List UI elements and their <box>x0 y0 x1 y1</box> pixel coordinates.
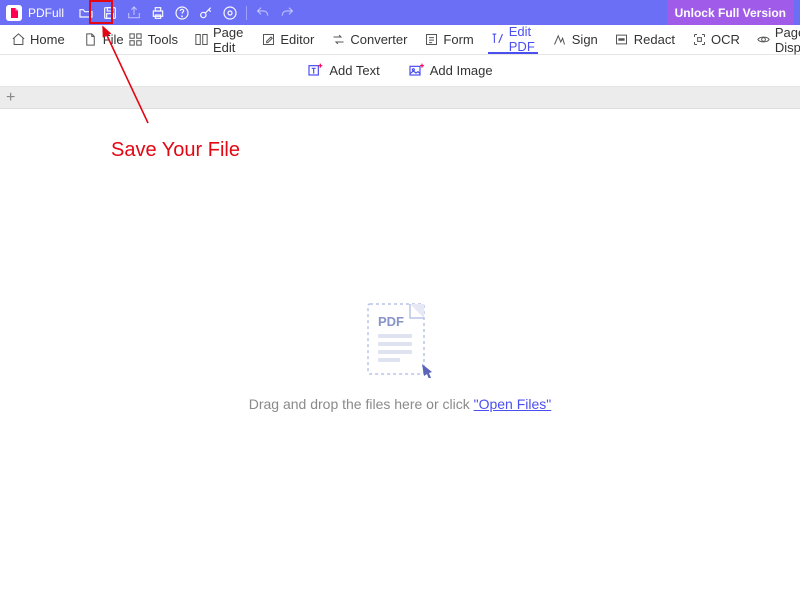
menu-tools[interactable]: Tools <box>126 25 180 54</box>
drop-area[interactable]: PDF Drag and drop the files here or clic… <box>0 109 800 600</box>
menu-label: Editor <box>280 32 314 47</box>
menu-form[interactable]: Form <box>421 25 475 54</box>
undo-icon[interactable] <box>251 2 275 24</box>
menu-editor[interactable]: Editor <box>258 25 316 54</box>
menu-label: Edit PDF <box>509 24 536 54</box>
ocr-icon <box>691 32 707 48</box>
tools-icon <box>128 32 144 48</box>
help-icon[interactable] <box>170 2 194 24</box>
add-text-button[interactable]: Add Text <box>307 63 379 79</box>
sub-toolbar: Add Text Add Image <box>0 55 800 87</box>
new-tab-button[interactable]: + <box>6 90 15 106</box>
menu-label: OCR <box>711 32 740 47</box>
unlock-button[interactable]: Unlock Full Version <box>667 0 794 25</box>
converter-icon <box>330 32 346 48</box>
menu-converter[interactable]: Converter <box>328 25 409 54</box>
pdf-file-icon: PDF <box>360 298 440 378</box>
menu-right: Tools Page Edit Editor Converter Form Ed… <box>126 25 800 54</box>
menu-edit-pdf[interactable]: Edit PDF <box>488 25 538 54</box>
home-icon <box>10 32 26 48</box>
add-text-icon <box>307 63 323 79</box>
drop-prompt: Drag and drop the files here or click "O… <box>249 396 552 412</box>
print-icon[interactable] <box>146 2 170 24</box>
menu-sign[interactable]: Sign <box>550 25 600 54</box>
unlock-label: Unlock Full Version <box>675 6 786 20</box>
sign-icon <box>552 32 568 48</box>
file-icon <box>83 32 99 48</box>
menu-page-display[interactable]: Page Display <box>754 25 800 54</box>
add-image-icon <box>408 63 424 79</box>
menu-label: Page Edit <box>213 25 244 55</box>
save-icon[interactable] <box>98 2 122 24</box>
titlebar-icons <box>74 2 299 24</box>
editor-icon <box>260 32 276 48</box>
menu-redact[interactable]: Redact <box>612 25 677 54</box>
tab-strip: + <box>0 87 800 109</box>
title-bar: PDFull Unlock Full Version <box>0 0 800 25</box>
drop-prefix: Drag and drop the files here or click <box>249 396 474 412</box>
separator <box>246 6 247 20</box>
pdf-badge-text: PDF <box>378 314 404 329</box>
redact-icon <box>614 32 630 48</box>
open-icon[interactable] <box>74 2 98 24</box>
sub-label: Add Image <box>430 63 493 78</box>
redo-icon[interactable] <box>275 2 299 24</box>
menu-page-edit[interactable]: Page Edit <box>192 25 246 54</box>
key-icon[interactable] <box>194 2 218 24</box>
edit-pdf-icon <box>490 31 505 47</box>
menu-bar: Home File Tools Page Edit Editor Convert… <box>0 25 800 55</box>
share-icon[interactable] <box>122 2 146 24</box>
menu-label: Page Display <box>775 25 800 55</box>
settings-icon[interactable] <box>218 2 242 24</box>
menu-label: Form <box>443 32 473 47</box>
menu-label: Tools <box>148 32 178 47</box>
page-edit-icon <box>194 32 209 48</box>
form-icon <box>423 32 439 48</box>
menu-label: Sign <box>572 32 598 47</box>
annotation-text: Save Your File <box>111 139 240 162</box>
menu-home[interactable]: Home <box>8 25 67 54</box>
menu-left: Home File <box>8 25 126 54</box>
menu-ocr[interactable]: OCR <box>689 25 742 54</box>
add-image-button[interactable]: Add Image <box>408 63 493 79</box>
page-display-icon <box>756 32 771 48</box>
menu-label: File <box>103 32 124 47</box>
open-files-link[interactable]: "Open Files" <box>474 396 552 412</box>
sub-label: Add Text <box>329 63 379 78</box>
menu-label: Redact <box>634 32 675 47</box>
app-name: PDFull <box>28 6 64 20</box>
menu-label: Converter <box>350 32 407 47</box>
app-logo <box>6 5 22 21</box>
menu-label: Home <box>30 32 65 47</box>
menu-file[interactable]: File <box>81 25 126 54</box>
